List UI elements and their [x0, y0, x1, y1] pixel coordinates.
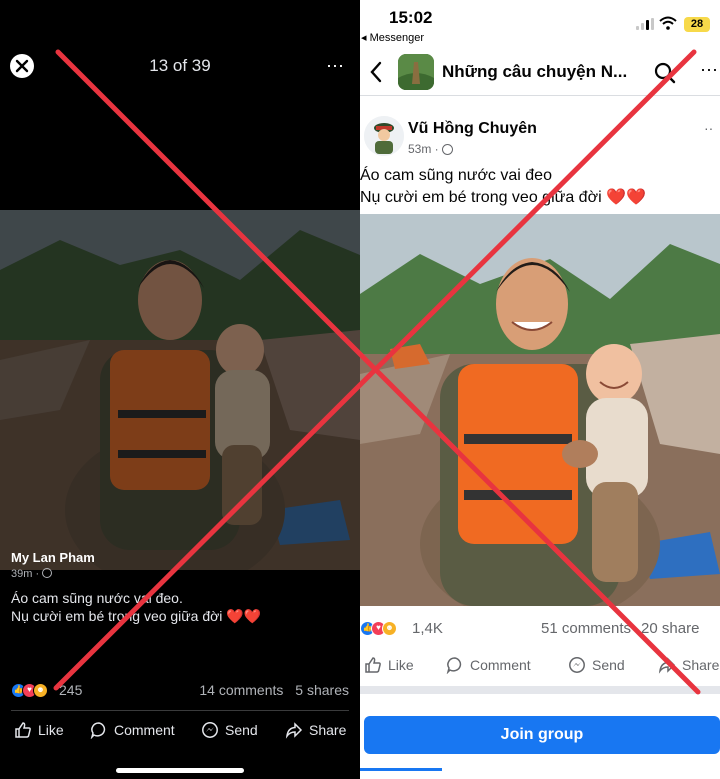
care-reaction-icon: ☻	[33, 683, 48, 698]
caption-line-2: Nụ cười em bé trong veo giữa đời ❤️❤️	[11, 608, 262, 624]
post-time: 39m ·	[11, 568, 53, 580]
like-button[interactable]: Like	[14, 718, 64, 742]
signal-icon	[636, 18, 654, 30]
reaction-count[interactable]: 245	[59, 682, 82, 698]
share-button[interactable]: Share	[658, 652, 719, 678]
globe-icon	[42, 568, 53, 578]
caption-line-2: Nụ cười em bé trong veo giữa đời ❤️❤️	[360, 189, 646, 206]
caption-line-1: Áo cam sũng nước vai đeo.	[11, 590, 183, 606]
comment-icon	[90, 722, 106, 739]
post-photo[interactable]	[360, 214, 720, 606]
reaction-icons[interactable]: 👍 ♥ ☻	[360, 621, 410, 637]
send-button[interactable]: Send	[568, 652, 625, 678]
group-feed-panel: 15:02 ◂ Messenger 28 Những câu chuyện N.…	[360, 0, 720, 779]
share-arrow-icon	[658, 657, 676, 674]
status-time: 15:02	[389, 8, 433, 27]
search-icon[interactable]	[654, 62, 676, 84]
back-to-messenger[interactable]: ◂ Messenger	[361, 31, 424, 44]
thumbs-up-icon	[365, 657, 381, 673]
send-button[interactable]: Send	[201, 718, 258, 742]
avatar[interactable]	[364, 116, 404, 156]
share-button[interactable]: Share	[285, 718, 346, 742]
tab-indicator	[360, 768, 442, 771]
heart-emoji: ❤️❤️	[226, 608, 262, 624]
globe-icon	[441, 144, 453, 155]
photo-counter: 13 of 39	[149, 56, 211, 75]
group-header: Những câu chuyện N... ⋯	[360, 50, 720, 96]
thumbs-up-icon	[15, 722, 31, 738]
post-more-icon[interactable]: ··	[704, 120, 713, 136]
post-photo[interactable]	[0, 210, 360, 570]
action-bar: Like Comment Send Share	[360, 652, 720, 678]
engagement-stats: 👍 ♥ ☻ 1,4K 51 comments 20 share	[360, 620, 720, 638]
shares-count[interactable]: 5 shares	[295, 682, 349, 698]
messenger-send-icon	[569, 657, 585, 673]
divider	[11, 710, 349, 711]
caption-line-1: Áo cam sũng nước vai đeo	[360, 167, 552, 184]
join-group-button[interactable]: Join group	[364, 716, 720, 754]
post-time: 53m ·	[408, 142, 453, 156]
comments-count[interactable]: 14 comments	[199, 682, 283, 698]
comments-shares: 14 comments 5 shares	[191, 682, 349, 698]
more-options-icon[interactable]: ⋯	[700, 60, 719, 81]
post-author[interactable]: Vũ Hồng Chuyên	[408, 120, 537, 138]
home-indicator	[116, 768, 244, 773]
reaction-count[interactable]: 1,4K	[412, 620, 443, 637]
care-reaction-icon: ☻	[382, 621, 397, 636]
messenger-send-icon	[202, 722, 218, 738]
comments-shares: 51 comments 20 share	[541, 620, 709, 637]
section-divider	[360, 686, 720, 694]
battery-icon: 28	[684, 17, 710, 32]
action-bar: Like Comment Send Share	[0, 718, 360, 742]
post-author[interactable]: My Lan Pham	[11, 550, 95, 565]
comments-count[interactable]: 51 comments	[541, 620, 631, 637]
back-chevron-icon[interactable]	[368, 60, 384, 84]
shares-count[interactable]: 20 share	[641, 620, 699, 637]
engagement-stats: 👍 ♥ ☻ 245 14 comments 5 shares	[11, 682, 349, 700]
like-button[interactable]: Like	[364, 652, 414, 678]
more-options-icon[interactable]: ⋯	[326, 56, 345, 77]
group-thumbnail[interactable]	[398, 54, 434, 90]
comment-button[interactable]: Comment	[90, 718, 175, 742]
share-arrow-icon	[285, 722, 303, 739]
photo-viewer-panel: 13 of 39 ⋯ My Lan Pham 39m · Áo cam sũng…	[0, 0, 360, 779]
heart-emoji: ❤️❤️	[606, 189, 646, 206]
comment-button[interactable]: Comment	[446, 652, 531, 678]
wifi-icon	[659, 16, 677, 30]
reaction-icons[interactable]: 👍 ♥ ☻	[11, 683, 61, 699]
group-title[interactable]: Những câu chuyện N...	[442, 62, 632, 82]
comment-icon	[446, 657, 462, 674]
